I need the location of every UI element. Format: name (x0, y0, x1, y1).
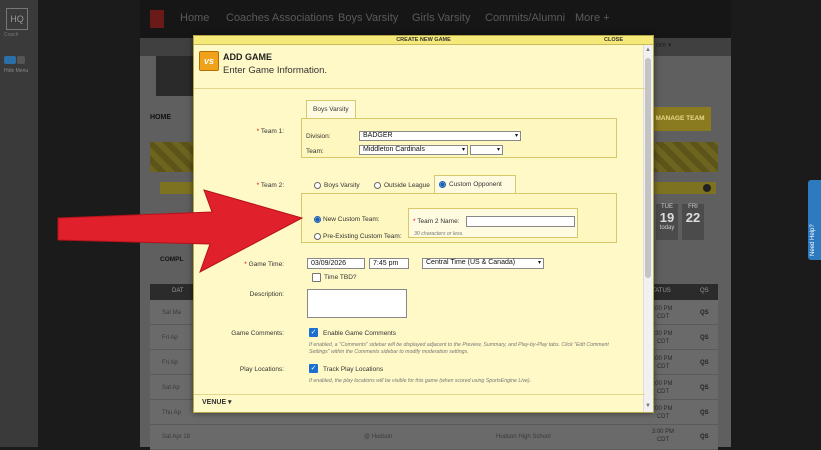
annotation-arrow-icon (57, 189, 304, 274)
